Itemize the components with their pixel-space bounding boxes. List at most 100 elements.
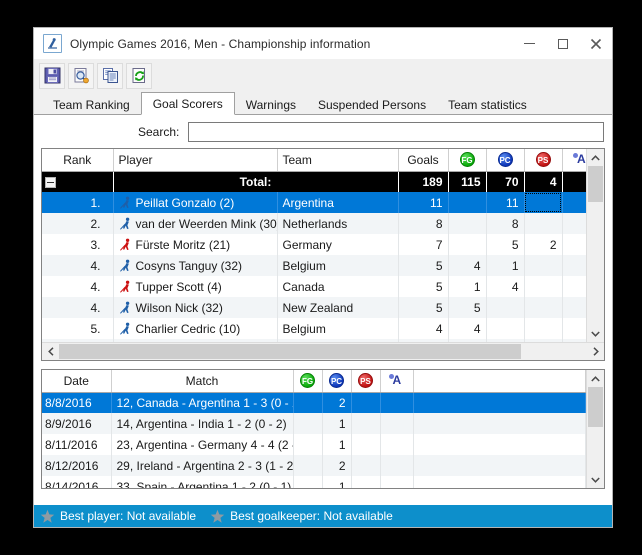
table-row[interactable]: 4. Cosyns Tanguy (32) Belgium 5 4 1 bbox=[42, 255, 586, 276]
column-header-field-goals[interactable]: FG bbox=[448, 149, 487, 172]
cell-assists bbox=[562, 255, 586, 276]
column-header-date[interactable]: Date bbox=[42, 370, 112, 393]
table-row[interactable]: 8/9/2016 14, Argentina - India 1 - 2 (0 -… bbox=[42, 413, 586, 434]
save-button[interactable] bbox=[39, 62, 65, 89]
scroll-up-icon[interactable] bbox=[587, 149, 604, 166]
maximize-icon bbox=[557, 38, 568, 49]
cell-penalty-strokes[interactable] bbox=[524, 213, 563, 234]
cell-field-goals bbox=[293, 476, 323, 488]
column-header-assists[interactable]: A bbox=[562, 149, 586, 172]
column-header-goals[interactable]: Goals bbox=[398, 149, 449, 172]
refresh-button[interactable] bbox=[126, 62, 152, 89]
goal-scorers-horizontal-scrollbar[interactable] bbox=[42, 342, 604, 360]
cell-field-goals bbox=[293, 413, 323, 434]
window-controls bbox=[513, 28, 612, 59]
cell-penalty-strokes[interactable]: 2 bbox=[524, 234, 563, 255]
column-header-field-goals[interactable]: FG bbox=[293, 370, 323, 393]
print-preview-button[interactable] bbox=[68, 62, 94, 89]
vertical-scroll-track[interactable] bbox=[587, 387, 604, 471]
cell-date: 8/9/2016 bbox=[42, 413, 112, 434]
scroll-left-icon[interactable] bbox=[42, 343, 59, 360]
column-header-penalty-strokes[interactable]: PS bbox=[351, 370, 381, 393]
application-window: Olympic Games 2016, Men - Championship i… bbox=[33, 27, 613, 528]
cell-filler bbox=[413, 434, 586, 455]
star-icon bbox=[210, 509, 225, 524]
table-row[interactable]: 5. Charlier Cedric (10) Belgium 4 4 bbox=[42, 318, 586, 339]
search-row: Search: bbox=[34, 115, 612, 148]
cell-rank: 1. bbox=[42, 192, 114, 213]
table-row[interactable]: 8/12/2016 29, Ireland - Argentina 2 - 3 (… bbox=[42, 455, 586, 476]
cell-penalty-strokes[interactable] bbox=[524, 318, 563, 339]
column-header-match[interactable]: Match bbox=[111, 370, 294, 393]
cell-penalty-corners: 1 bbox=[322, 434, 352, 455]
vertical-scroll-thumb[interactable] bbox=[588, 166, 603, 202]
tab-team-ranking[interactable]: Team Ranking bbox=[42, 94, 141, 115]
column-header-assists[interactable]: A bbox=[380, 370, 414, 393]
total-goals-cell: 189 bbox=[398, 171, 449, 192]
scroll-down-icon[interactable] bbox=[587, 471, 604, 488]
cell-field-goals: 4 bbox=[448, 318, 487, 339]
matches-grid-viewport: Date Match FG PC PS A 8/8/2016 12, Canada… bbox=[42, 370, 586, 488]
column-header-penalty-corners[interactable]: PC bbox=[322, 370, 352, 393]
cell-filler bbox=[413, 413, 586, 434]
cell-rank: 4. bbox=[42, 276, 114, 297]
column-header-player[interactable]: Player bbox=[113, 149, 278, 172]
tab-team-statistics[interactable]: Team statistics bbox=[437, 94, 538, 115]
goal-scorers-grid-viewport: Rank Player Team Goals FG PC PS A Total:… bbox=[42, 149, 586, 342]
copy-button[interactable] bbox=[97, 62, 123, 89]
status-best-player: Best player: Not available bbox=[40, 509, 196, 524]
table-row[interactable]: 8/11/2016 23, Argentina - Germany 4 - 4 (… bbox=[42, 434, 586, 455]
goal-scorers-vertical-scrollbar[interactable] bbox=[586, 149, 604, 342]
table-row[interactable]: 4. Tupper Scott (4) Canada 5 1 4 bbox=[42, 276, 586, 297]
cell-penalty-strokes[interactable] bbox=[524, 255, 563, 276]
save-floppy-icon bbox=[44, 67, 60, 84]
player-silhouette-icon bbox=[119, 301, 129, 314]
maximize-button[interactable] bbox=[546, 28, 579, 59]
collapse-icon[interactable] bbox=[45, 177, 56, 189]
minimize-button[interactable] bbox=[513, 28, 546, 59]
table-row[interactable]: 8/14/2016 33, Spain - Argentina 1 - 2 (0 … bbox=[42, 476, 586, 488]
tab-goal-scorers[interactable]: Goal Scorers bbox=[140, 92, 235, 115]
cell-penalty-corners: 1 bbox=[322, 413, 352, 434]
cell-match: 12, Canada - Argentina 1 - 3 (0 - 1) bbox=[111, 392, 294, 413]
cell-field-goals: 5 bbox=[448, 297, 487, 318]
table-row[interactable]: 1. Peillat Gonzalo (2) Argentina 11 11 bbox=[42, 192, 586, 213]
table-row[interactable]: 3. Fürste Moritz (21) Germany 7 5 2 bbox=[42, 234, 586, 255]
scroll-down-icon[interactable] bbox=[587, 325, 604, 342]
close-button[interactable] bbox=[579, 28, 612, 59]
cell-assists bbox=[562, 234, 586, 255]
vertical-scroll-track[interactable] bbox=[587, 166, 604, 325]
column-header-filler bbox=[413, 370, 586, 393]
status-bar: Best player: Not available Best goalkeep… bbox=[34, 505, 612, 527]
vertical-scroll-thumb[interactable] bbox=[588, 387, 603, 427]
cell-assists bbox=[562, 192, 586, 213]
horizontal-scroll-track[interactable] bbox=[59, 343, 587, 360]
cell-penalty-strokes[interactable] bbox=[524, 192, 563, 213]
table-row[interactable]: 4. Wilson Nick (32) New Zealand 5 5 bbox=[42, 297, 586, 318]
matches-vertical-scrollbar[interactable] bbox=[586, 370, 604, 488]
total-expander-cell[interactable] bbox=[42, 171, 114, 192]
total-penalty-corners-cell: 70 bbox=[486, 171, 525, 192]
tab-suspended-persons[interactable]: Suspended Persons bbox=[307, 94, 437, 115]
cell-penalty-strokes[interactable] bbox=[524, 297, 563, 318]
search-input[interactable] bbox=[188, 121, 604, 142]
column-header-penalty-corners[interactable]: PC bbox=[486, 149, 525, 172]
table-row[interactable]: 8/8/2016 12, Canada - Argentina 1 - 3 (0 … bbox=[42, 392, 586, 413]
table-row[interactable]: 2. van der Weerden Mink (30) Netherlands 8 8 bbox=[42, 213, 586, 234]
tab-warnings[interactable]: Warnings bbox=[235, 94, 307, 115]
column-header-penalty-strokes[interactable]: PS bbox=[524, 149, 563, 172]
cell-team: Belgium bbox=[277, 255, 399, 276]
horizontal-scroll-thumb[interactable] bbox=[59, 344, 521, 359]
cell-team: New Zealand bbox=[277, 297, 399, 318]
scroll-right-icon[interactable] bbox=[587, 343, 604, 360]
cell-match: 29, Ireland - Argentina 2 - 3 (1 - 2) bbox=[111, 455, 294, 476]
cell-penalty-strokes[interactable] bbox=[524, 276, 563, 297]
title-bar[interactable]: Olympic Games 2016, Men - Championship i… bbox=[34, 28, 612, 59]
column-header-team[interactable]: Team bbox=[277, 149, 399, 172]
column-header-rank[interactable]: Rank bbox=[42, 149, 114, 172]
cell-filler bbox=[413, 455, 586, 476]
scroll-up-icon[interactable] bbox=[587, 370, 604, 387]
cell-goals: 8 bbox=[398, 213, 449, 234]
app-hockey-icon[interactable] bbox=[43, 34, 62, 53]
player-silhouette-icon bbox=[119, 280, 129, 293]
